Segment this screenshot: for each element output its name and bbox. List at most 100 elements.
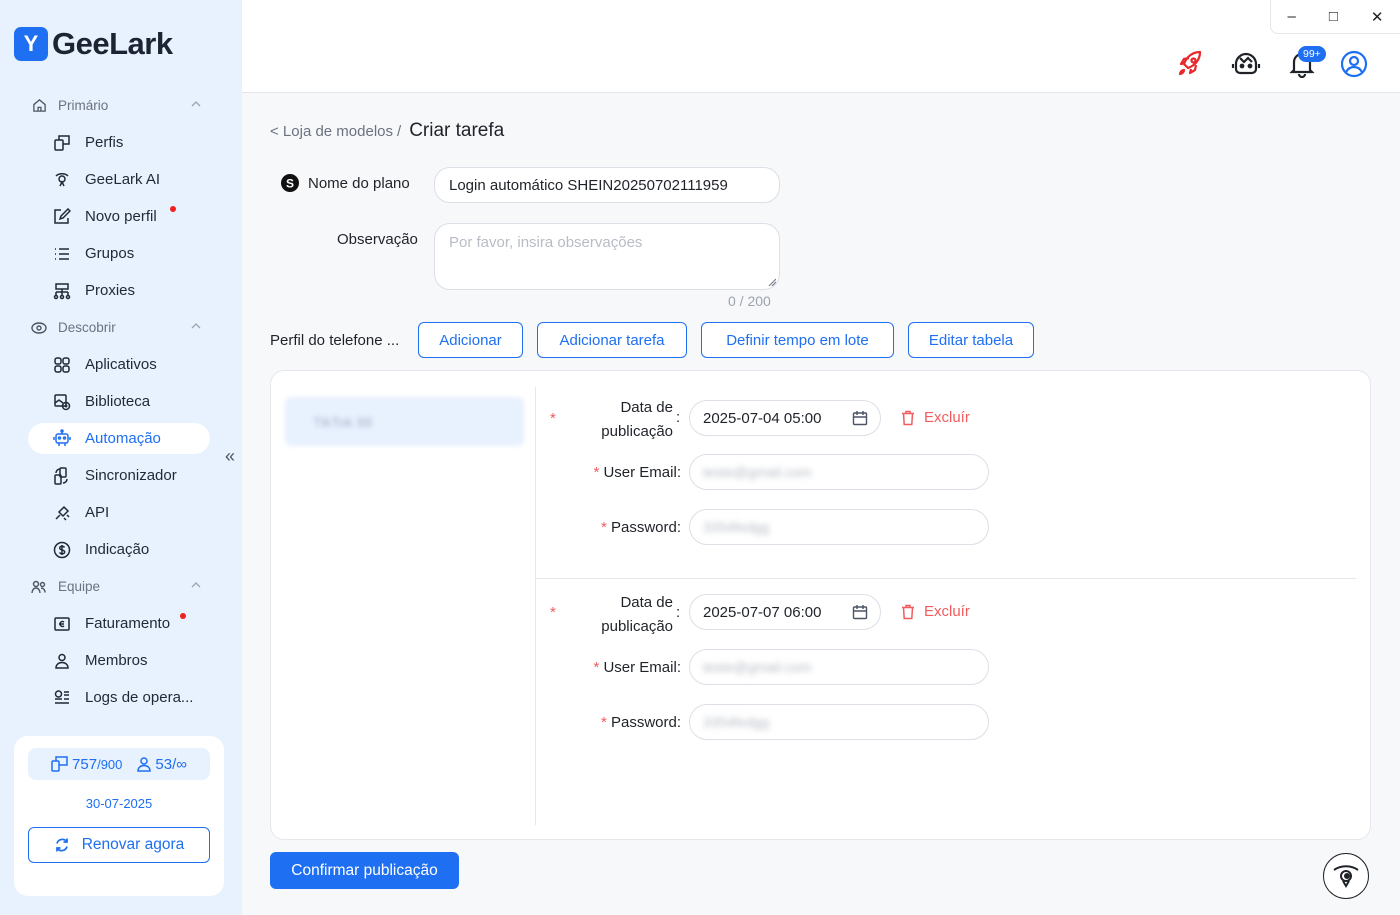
divider	[535, 387, 536, 825]
sidebar-item-perfis[interactable]: Perfis	[0, 124, 242, 161]
sidebar-item-api[interactable]: API	[0, 494, 242, 531]
team-icon	[30, 580, 48, 594]
delete-task-button[interactable]: Excluír	[901, 409, 970, 426]
sidebar-item-logs[interactable]: Logs de opera...	[0, 679, 242, 716]
page-title: Criar tarefa	[409, 120, 505, 141]
add-task-button[interactable]: Adicionar tarefa	[537, 322, 687, 358]
sidebar-item-grupos[interactable]: Grupos	[0, 235, 242, 272]
publish-date-value: 2025-07-04 05:00	[703, 409, 822, 427]
sidebar-item-novo-perfil[interactable]: Novo perfil	[0, 198, 242, 235]
sidebar-item-label: GeeLark AI	[85, 171, 161, 188]
delete-task-button[interactable]: Excluír	[901, 603, 970, 620]
required-mark: *	[600, 714, 607, 731]
chevron-up-icon[interactable]	[190, 579, 202, 591]
delete-label: Excluír	[924, 409, 970, 426]
confirm-publish-button[interactable]: Confirmar publicação	[270, 852, 459, 889]
required-mark: *	[593, 659, 600, 676]
sidebar-item-label: Automação	[85, 430, 161, 447]
breadcrumb-parent[interactable]: < Loja de modelos	[270, 123, 393, 140]
divider	[536, 578, 1356, 579]
home-icon	[30, 98, 48, 113]
sidebar-item-label: Indicação	[85, 541, 150, 558]
label-colon: :	[676, 659, 681, 676]
apps-icon	[52, 355, 72, 375]
password-label: * Password:	[571, 714, 681, 731]
batch-time-button[interactable]: Definir tempo em lote	[701, 322, 894, 358]
password-value: 3354fedgg	[703, 519, 770, 535]
email-input[interactable]: teste@gmail.com	[689, 454, 989, 490]
renew-button[interactable]: Renovar agora	[28, 827, 210, 863]
section-label: Descobrir	[58, 320, 116, 335]
member-icon	[52, 651, 72, 671]
close-icon[interactable]: ✕	[1371, 8, 1384, 26]
required-mark: *	[600, 519, 607, 536]
plan-name-input[interactable]: Login automático SHEIN20250702111959	[434, 167, 780, 203]
sidebar-item-indicacao[interactable]: Indicação	[0, 531, 242, 568]
svg-text:S: S	[286, 177, 294, 191]
section-primario[interactable]: Primário	[0, 87, 242, 124]
profile-list-item[interactable]: TikTok 88	[285, 397, 524, 446]
publish-date-input[interactable]: 2025-07-04 05:00	[689, 400, 881, 436]
sidebar-item-proxies[interactable]: Proxies	[0, 272, 242, 309]
sidebar-item-automacao[interactable]: Automação	[0, 420, 242, 457]
edit-table-button[interactable]: Editar tabela	[908, 322, 1034, 358]
chevron-up-icon[interactable]	[190, 320, 202, 332]
ai-icon	[52, 170, 72, 190]
sidebar-item-membros[interactable]: Membros	[0, 642, 242, 679]
label-colon: :	[676, 464, 681, 481]
email-label: * User Email:	[571, 464, 681, 481]
add-button[interactable]: Adicionar	[418, 322, 523, 358]
publish-date-input[interactable]: 2025-07-07 06:00	[689, 594, 881, 630]
label-colon: :	[676, 409, 681, 426]
library-icon	[52, 392, 72, 412]
required-mark: *	[593, 464, 600, 481]
maximize-icon[interactable]: □	[1329, 8, 1338, 25]
rocket-icon[interactable]	[1175, 49, 1205, 79]
section-label: Equipe	[58, 579, 101, 594]
delete-label: Excluír	[924, 603, 970, 620]
label-colon: :	[676, 604, 681, 621]
task-panel: TikTok 88 * Data de publicação : 2025-07…	[270, 370, 1371, 840]
section-descobrir[interactable]: Descobrir	[0, 309, 242, 346]
email-input[interactable]: teste@gmail.com	[689, 649, 989, 685]
note-char-counter: 0 / 200	[728, 293, 771, 309]
password-input[interactable]: 3354fedgg	[689, 509, 989, 545]
email-label: * User Email:	[571, 659, 681, 676]
sidebar-item-biblioteca[interactable]: Biblioteca	[0, 383, 242, 420]
resize-grip-icon[interactable]	[768, 278, 776, 286]
proxy-icon	[52, 281, 72, 301]
sidebar-item-sincronizador[interactable]: Sincronizador	[0, 457, 242, 494]
sidebar-item-label: Sincronizador	[85, 467, 177, 484]
chevron-up-icon[interactable]	[190, 98, 202, 110]
refresh-icon	[54, 837, 70, 853]
minimize-icon[interactable]: –	[1288, 8, 1296, 25]
sidebar-item-label: Faturamento	[85, 615, 171, 632]
breadcrumb: < Loja de modelos / Criar tarefa	[270, 120, 504, 142]
collapse-sidebar-icon[interactable]: «	[221, 447, 239, 465]
support-bot-icon[interactable]	[1231, 49, 1261, 79]
members-total: /∞	[172, 755, 187, 773]
calendar-icon	[852, 605, 868, 620]
billing-icon	[52, 614, 72, 634]
sidebar-item-label: Biblioteca	[85, 393, 151, 410]
profiles-icon	[52, 133, 72, 153]
sidebar-item-geelark-ai[interactable]: GeeLark AI	[0, 161, 242, 198]
app-logo[interactable]: Y GeeLark	[14, 26, 173, 62]
section-equipe[interactable]: Equipe	[0, 568, 242, 605]
account-icon[interactable]	[1339, 49, 1369, 79]
help-assistant-icon[interactable]	[1323, 853, 1369, 899]
notification-dot	[180, 613, 186, 619]
window-controls: – □ ✕	[1270, 0, 1400, 34]
profiles-used: 757	[72, 755, 98, 773]
note-textarea[interactable]: Por favor, insira observações	[434, 223, 780, 290]
sidebar-item-aplicativos[interactable]: Aplicativos	[0, 346, 242, 383]
label-colon: :	[676, 519, 681, 536]
sidebar-item-faturamento[interactable]: Faturamento	[0, 605, 242, 642]
logs-icon	[52, 688, 72, 708]
note-label: Observação	[337, 231, 418, 248]
plan-name-label: Nome do plano	[308, 175, 410, 192]
sidebar-item-label: Grupos	[85, 245, 135, 262]
email-label-text: User Email	[603, 464, 677, 481]
publish-date-label: Data de publicação	[593, 591, 673, 639]
password-input[interactable]: 3354fedgg	[689, 704, 989, 740]
